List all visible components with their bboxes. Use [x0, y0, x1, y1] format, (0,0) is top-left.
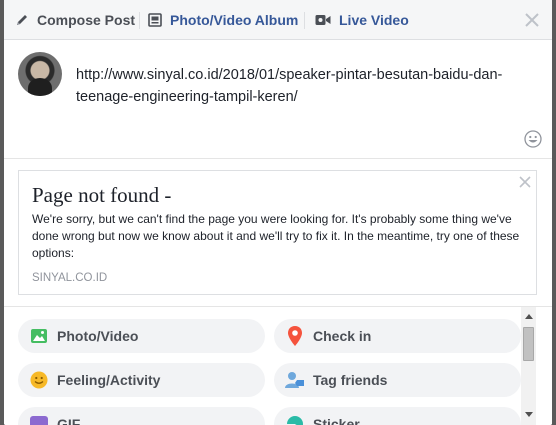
- tab-live-video[interactable]: Live Video: [315, 0, 409, 40]
- tab-divider: [304, 12, 305, 29]
- video-camera-icon: [315, 15, 331, 25]
- tab-compose-label: Compose Post: [37, 12, 136, 28]
- check-in-label: Check in: [313, 328, 372, 344]
- post-text-input[interactable]: http://www.sinyal.co.id/2018/01/speaker-…: [76, 64, 506, 108]
- photo-video-label: Photo/Video: [57, 328, 139, 344]
- link-preview-card[interactable]: Page not found - We're sorry, but we can…: [18, 170, 537, 295]
- location-pin-icon: [285, 326, 305, 346]
- preview-title: Page not found -: [32, 183, 172, 207]
- album-icon: [148, 13, 162, 27]
- smiley-face-icon: [29, 370, 49, 390]
- tag-friends-label: Tag friends: [313, 372, 388, 388]
- sticker-button[interactable]: Sticker: [274, 407, 521, 425]
- tab-live-label: Live Video: [339, 12, 409, 28]
- scroll-down-arrow-icon[interactable]: [521, 407, 536, 422]
- divider: [4, 158, 552, 159]
- check-in-button[interactable]: Check in: [274, 319, 521, 353]
- tab-photo-video-album[interactable]: Photo/Video Album: [148, 0, 298, 40]
- gif-button[interactable]: GIF: [18, 407, 265, 425]
- close-icon[interactable]: [524, 12, 540, 28]
- pencil-icon: [17, 15, 27, 25]
- gif-icon: [29, 414, 49, 425]
- compose-dialog: Compose Post Photo/Video Album Live Vide…: [4, 0, 552, 425]
- tab-album-label: Photo/Video Album: [170, 12, 299, 28]
- tag-person-icon: [285, 370, 305, 390]
- tag-friends-button[interactable]: Tag friends: [274, 363, 521, 397]
- scroll-thumb[interactable]: [523, 327, 534, 361]
- scroll-up-arrow-icon[interactable]: [521, 309, 536, 324]
- actions-scrollbar[interactable]: [521, 307, 536, 425]
- sticker-label: Sticker: [313, 416, 360, 425]
- tab-divider: [139, 12, 140, 29]
- photo-video-button[interactable]: Photo/Video: [18, 319, 265, 353]
- smiley-icon[interactable]: [524, 130, 542, 148]
- feeling-activity-button[interactable]: Feeling/Activity: [18, 363, 265, 397]
- sticker-icon: [285, 414, 305, 425]
- gif-label: GIF: [57, 416, 81, 425]
- composer-actions: Photo/Video Check in Feeling/Activity Ta…: [4, 306, 552, 425]
- composer-tabs: Compose Post Photo/Video Album Live Vide…: [4, 0, 552, 40]
- avatar: [18, 52, 62, 96]
- remove-preview-icon[interactable]: [519, 176, 531, 188]
- photo-icon: [29, 326, 49, 346]
- feeling-activity-label: Feeling/Activity: [57, 372, 161, 388]
- preview-description: We're sorry, but we can't find the page …: [32, 212, 520, 260]
- preview-domain: SINYAL.CO.ID: [32, 272, 108, 284]
- tab-compose-post[interactable]: Compose Post: [15, 0, 135, 40]
